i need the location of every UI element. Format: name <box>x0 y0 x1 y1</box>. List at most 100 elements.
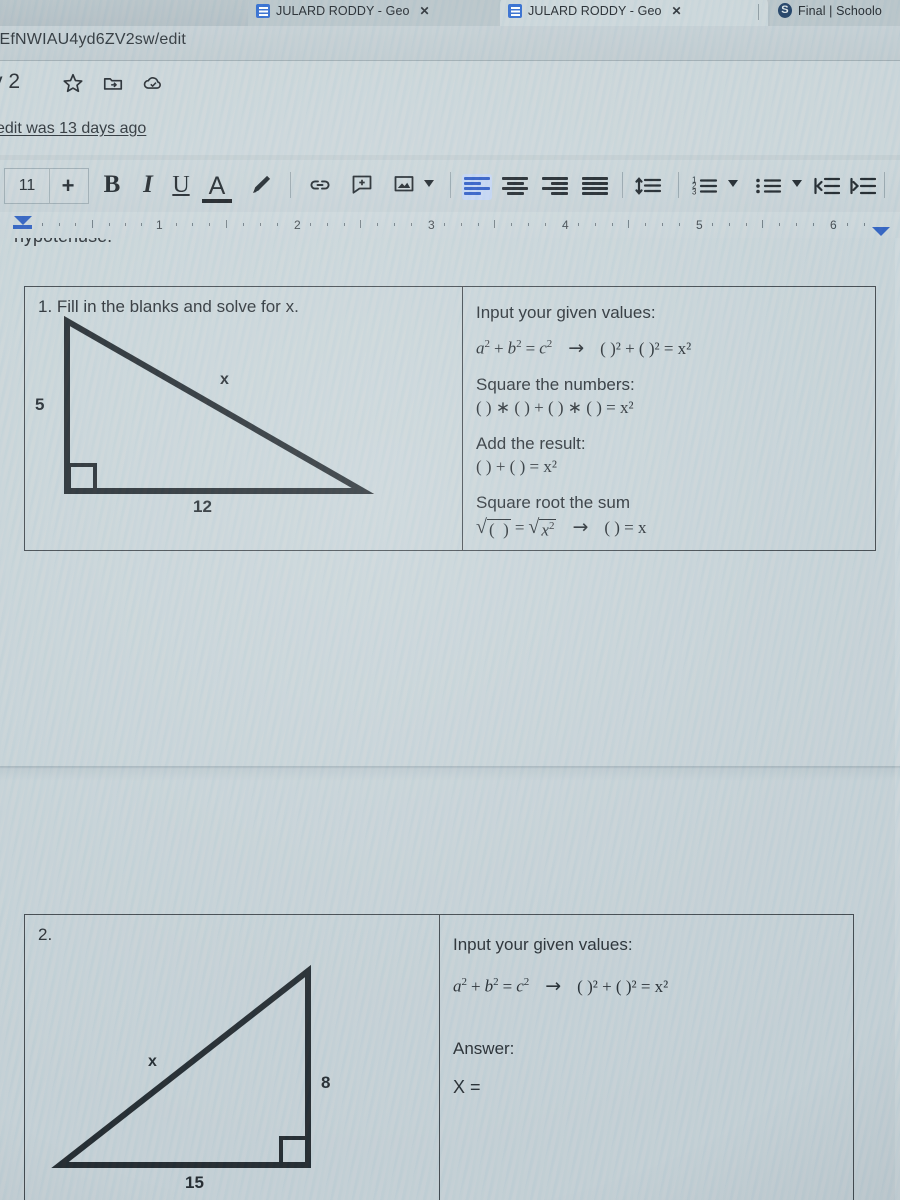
google-docs-icon <box>256 4 270 18</box>
problem-2-blank-equation[interactable]: ( )² + ( )² = x² <box>577 977 668 997</box>
plus-sign: + <box>471 977 481 996</box>
last-edit-link[interactable]: edit was 13 days ago <box>0 120 146 138</box>
numbered-list-chevron-down-icon[interactable] <box>728 180 738 187</box>
toolbar-separator-5 <box>884 172 885 198</box>
var-a: a <box>476 339 485 358</box>
move-to-folder-icon[interactable] <box>102 72 124 94</box>
browser-tab-3[interactable]: Final | Schoolo <box>770 0 900 26</box>
docs-toolbar: 11 + B I U A 1 2 3 <box>0 160 900 212</box>
highlight-pen-icon[interactable] <box>248 172 274 198</box>
bold-button[interactable]: B <box>98 170 126 200</box>
right-triangle-svg <box>51 964 311 1168</box>
google-docs-icon <box>508 4 522 18</box>
problem-1-table: 1. Fill in the blanks and solve for x. 5… <box>24 286 876 551</box>
exp-2: 2 <box>516 338 522 351</box>
var-c: c <box>539 339 547 358</box>
font-size-input[interactable]: 11 <box>4 168 50 204</box>
page-gap <box>0 767 900 781</box>
exp-2: 2 <box>523 976 530 989</box>
browser-tab-2-title: JULARD RODDY - Geo <box>528 4 662 18</box>
svg-text:3: 3 <box>692 188 697 197</box>
document-ruler[interactable]: 1 2 3 4 5 6 <box>0 212 900 238</box>
radical-right: √ x2 <box>528 516 557 540</box>
browser-tab-3-title: Final | Schoolo <box>798 4 882 18</box>
browser-tab-strip: JULARD RODDY - Geo ✕ JULARD RODDY - Geo … <box>0 0 900 26</box>
problem-2-vertical-leg-label: 8 <box>321 1073 331 1092</box>
insert-image-chevron-down-icon[interactable] <box>424 180 434 187</box>
align-justify-icon[interactable] <box>582 177 608 197</box>
problem-2-answer-heading: Answer: <box>453 1039 515 1058</box>
step-4-equation[interactable]: √( ) = √ x2 → ( ) = x <box>476 516 863 541</box>
align-center-glyph <box>502 177 528 197</box>
toolbar-separator-3 <box>622 172 623 198</box>
align-left-icon[interactable] <box>462 174 492 200</box>
insert-link-icon[interactable] <box>306 172 334 198</box>
ruler-number: 5 <box>696 218 703 232</box>
problem-2-step-1-equation: a2 + b2 = c2 → ( )² + ( )² = x² <box>453 975 841 997</box>
left-indent-marker[interactable] <box>14 216 32 225</box>
step-1-blank-equation[interactable]: ( )² + ( )² = x² <box>600 339 691 359</box>
step-3-heading: Add the result: <box>476 434 586 453</box>
url-text: rEfNWIAU4yd6ZV2sw/edit <box>0 31 187 48</box>
line-spacing-icon[interactable] <box>634 174 662 198</box>
problem-1-vertical-leg-label: 5 <box>35 395 45 414</box>
document-canvas[interactable]: hypotenuse. 1. Fill in the blanks and so… <box>0 238 900 1200</box>
exp-2: 2 <box>484 338 491 351</box>
italic-button[interactable]: I <box>136 170 160 200</box>
ruler-number: 3 <box>428 218 435 232</box>
align-right-glyph <box>542 177 568 197</box>
underline-button[interactable]: U <box>168 170 194 200</box>
right-indent-marker[interactable] <box>872 227 890 236</box>
bulleted-list-chevron-down-icon[interactable] <box>792 180 802 187</box>
var-c: c <box>516 977 524 996</box>
problem-1-prompt: 1. Fill in the blanks and solve for x. <box>38 297 299 316</box>
chevron-down-icon <box>792 180 802 187</box>
step-1-equation: a2 + b2 = c2 → ( )² + ( )² = x² <box>476 337 863 359</box>
document-scrollbar[interactable] <box>895 238 900 1200</box>
arrow-icon: → <box>572 516 589 538</box>
browser-address-bar[interactable]: rEfNWIAU4yd6ZV2sw/edit <box>0 26 900 61</box>
increase-font-size-button[interactable]: + <box>48 168 89 204</box>
problem-2-triangle: x 8 15 <box>35 935 365 1192</box>
insert-image-icon[interactable] <box>392 172 416 196</box>
problem-1-hypotenuse-label: x <box>220 371 229 388</box>
add-comment-icon[interactable] <box>350 172 374 196</box>
tab-divider <box>758 4 759 20</box>
browser-tab-2[interactable]: JULARD RODDY - Geo ✕ <box>500 0 768 26</box>
step-2-equation[interactable]: ( ) ∗ ( ) + ( ) ∗ ( ) = x² <box>476 398 863 418</box>
document-title-row: y 2 <box>0 60 900 115</box>
problem-2-step-1-heading: Input your given values: <box>453 935 633 954</box>
cloud-saved-icon[interactable] <box>142 72 164 94</box>
text-color-button[interactable]: A <box>202 169 232 203</box>
right-triangle-svg <box>64 315 375 494</box>
decrease-indent-icon[interactable] <box>814 174 840 198</box>
problem-2-horizontal-leg-label: 15 <box>185 1173 204 1192</box>
var-b: b <box>507 339 517 358</box>
problem-1-steps-cell: Input your given values: a2 + b2 = c2 → … <box>462 287 875 550</box>
document-title[interactable]: y 2 <box>0 70 20 94</box>
problem-2-hypotenuse-label: x <box>148 1053 157 1070</box>
step-3-equation[interactable]: ( ) + ( ) = x² <box>476 457 863 477</box>
numbered-list-icon[interactable]: 1 2 3 <box>690 174 718 198</box>
browser-tab-1[interactable]: JULARD RODDY - Geo ✕ <box>248 0 514 26</box>
equals-sign: = <box>502 977 513 996</box>
exp-2: 2 <box>493 976 499 989</box>
align-center-icon[interactable] <box>502 177 528 197</box>
text-color-swatch <box>202 199 232 203</box>
close-tab-2-icon[interactable]: ✕ <box>672 4 682 18</box>
step-4-result[interactable]: ( ) = x <box>604 518 646 538</box>
problem-1-horizontal-leg-label: 12 <box>193 497 212 516</box>
page-break-seam <box>0 766 900 769</box>
bulleted-list-icon[interactable] <box>754 174 782 198</box>
star-icon[interactable] <box>62 72 84 94</box>
step-2-heading: Square the numbers: <box>476 375 635 394</box>
align-right-icon[interactable] <box>542 177 568 197</box>
step-4-heading: Square root the sum <box>476 493 631 512</box>
align-justify-glyph <box>582 177 608 197</box>
close-tab-1-icon[interactable]: ✕ <box>420 4 430 18</box>
radical-left: √( ) <box>476 516 511 539</box>
problem-2-answer-field[interactable]: X = <box>453 1077 841 1098</box>
increase-indent-icon[interactable] <box>850 174 876 198</box>
ruler-number: 2 <box>294 218 301 232</box>
left-margin-bar <box>13 225 32 229</box>
